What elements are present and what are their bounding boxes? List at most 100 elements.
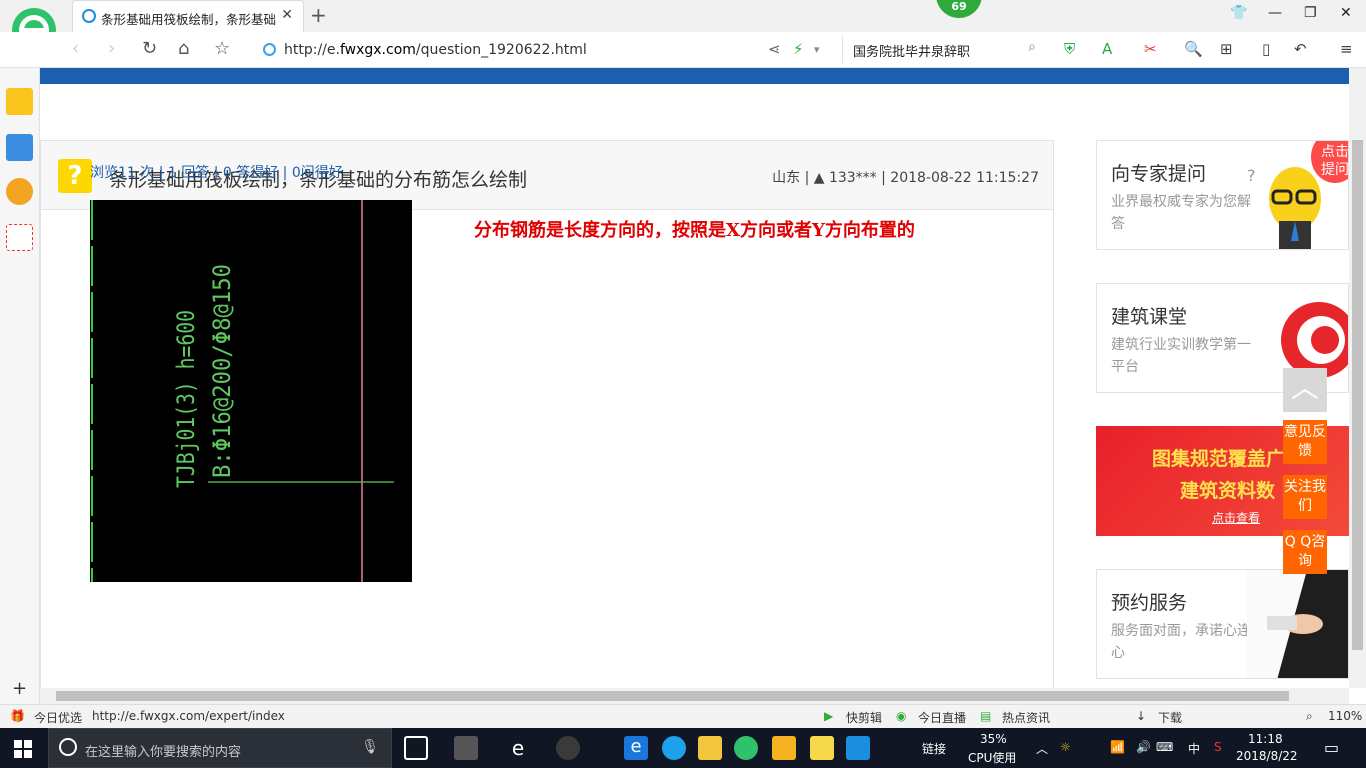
vertical-scroll-thumb[interactable] bbox=[1352, 140, 1363, 650]
menu-icon[interactable]: ≡ bbox=[1340, 40, 1353, 58]
tab-favicon-icon bbox=[82, 9, 96, 23]
microphone-icon[interactable]: 🎙 bbox=[361, 739, 379, 755]
edge-icon[interactable]: e bbox=[506, 736, 530, 760]
live-icon[interactable]: ◉ bbox=[896, 709, 906, 723]
close-window-icon[interactable]: ✕ bbox=[1340, 5, 1352, 21]
clock-time[interactable]: 11:18 bbox=[1248, 732, 1283, 746]
mail-at-icon[interactable] bbox=[6, 224, 33, 251]
vertical-scrollbar[interactable] bbox=[1349, 68, 1366, 688]
add-icon[interactable]: + bbox=[12, 678, 27, 699]
link-label[interactable]: 链接 bbox=[922, 740, 946, 757]
card-title: 建筑课堂 bbox=[1111, 306, 1188, 328]
help-app-icon[interactable] bbox=[810, 736, 834, 760]
banner-line-1: 图集规范覆盖广 bbox=[1152, 448, 1286, 470]
banner-view-link[interactable]: 点击查看 bbox=[1212, 509, 1260, 526]
shirt-icon[interactable]: 👕 bbox=[1230, 5, 1247, 21]
wifi-icon[interactable]: 📶 bbox=[1110, 740, 1125, 754]
notification-badge[interactable]: 69 bbox=[936, 0, 982, 18]
download-icon[interactable]: ↓ bbox=[1136, 709, 1146, 723]
live-link[interactable]: 今日直播 bbox=[918, 709, 966, 726]
follow-us-button[interactable]: 关注我们 bbox=[1283, 475, 1327, 519]
plus-app-icon[interactable] bbox=[846, 736, 870, 760]
magnifier-icon[interactable]: 🔍 bbox=[1184, 40, 1203, 58]
news-list-icon[interactable] bbox=[6, 134, 33, 161]
feedback-button[interactable]: 意见反馈 bbox=[1283, 420, 1327, 464]
sogou-icon[interactable]: S bbox=[1214, 740, 1222, 754]
task-view-icon[interactable] bbox=[404, 736, 428, 760]
gift-icon[interactable]: 🎁 bbox=[10, 709, 25, 723]
horizontal-scrollbar[interactable] bbox=[40, 688, 1349, 704]
shield-icon[interactable]: ⛨ bbox=[1064, 40, 1075, 58]
close-icon[interactable]: ✕ bbox=[281, 7, 293, 23]
reader-icon[interactable]: ▯ bbox=[1262, 40, 1270, 58]
zoom-level[interactable]: 110% bbox=[1328, 709, 1362, 723]
translate-icon[interactable]: A bbox=[1102, 40, 1112, 58]
cad-label-1: TJBj01(3) h=600 bbox=[172, 310, 200, 488]
edge-browser-icon[interactable]: e bbox=[624, 736, 648, 760]
search-box[interactable]: 国务院批毕井泉辞职 ⌕ bbox=[842, 35, 1042, 63]
handshake-image bbox=[1247, 570, 1348, 678]
card-subtitle: 服务面对面，承诺心连心 bbox=[1111, 623, 1251, 661]
clock-date[interactable]: 2018/8/22 bbox=[1236, 749, 1298, 763]
windows-start-icon[interactable] bbox=[14, 740, 32, 758]
refresh-icon[interactable]: ↻ bbox=[142, 38, 157, 59]
apps-grid-icon[interactable]: ⊞ bbox=[1220, 40, 1233, 58]
news-link[interactable]: 热点资讯 bbox=[1002, 709, 1050, 726]
back-icon[interactable]: ‹ bbox=[72, 38, 79, 59]
download-link[interactable]: 下载 bbox=[1158, 709, 1182, 726]
keyboard-icon[interactable]: ⌨ bbox=[1156, 740, 1173, 754]
tab-title: 条形基础用筏板绘制，条形基础 bbox=[101, 12, 277, 27]
undo-icon[interactable]: ↶ bbox=[1294, 40, 1307, 58]
qq-consult-button[interactable]: Q Q咨询 bbox=[1283, 530, 1327, 574]
card-title: 向专家提问 bbox=[1111, 163, 1207, 185]
address-field[interactable]: http://e.fwxgx.com/question_1920622.html bbox=[284, 42, 587, 58]
lightning-icon[interactable]: ⚡ bbox=[793, 40, 804, 58]
scissors-icon[interactable]: ✂ bbox=[1144, 40, 1157, 58]
tray-chevron-icon[interactable]: ︿ bbox=[1036, 740, 1048, 757]
search-icon[interactable]: ⌕ bbox=[1028, 39, 1036, 55]
notification-center-icon[interactable]: ▭ bbox=[1324, 738, 1339, 757]
favorites-star-icon[interactable] bbox=[6, 88, 33, 115]
browser-sidebar: + bbox=[0, 68, 40, 704]
back-to-top-button[interactable]: ︿ bbox=[1283, 368, 1327, 412]
tab-bar: 条形基础用筏板绘制，条形基础 ✕ + 69 👕 — ❐ ✕ bbox=[0, 0, 1366, 58]
share-icon[interactable]: ⋖ bbox=[768, 40, 781, 58]
minimize-icon[interactable]: — bbox=[1268, 5, 1282, 21]
weibo-icon[interactable] bbox=[6, 178, 33, 205]
ie-icon[interactable] bbox=[662, 736, 686, 760]
expert-ask-card[interactable]: 向专家提问 业界最权威专家为您解答 ? 点击提问 bbox=[1096, 140, 1349, 250]
forward-icon[interactable]: › bbox=[108, 38, 115, 59]
active-tab[interactable]: 条形基础用筏板绘制，条形基础 ✕ bbox=[72, 0, 304, 32]
notes-app-icon[interactable] bbox=[772, 736, 796, 760]
status-url: http://e.fwxgx.com/expert/index bbox=[92, 709, 285, 723]
cortana-icon bbox=[59, 738, 77, 756]
app-icon[interactable] bbox=[556, 736, 580, 760]
taskbar-search[interactable]: 在这里输入你要搜索的内容 🎙 bbox=[48, 728, 392, 768]
clip-link[interactable]: 快剪辑 bbox=[846, 709, 882, 726]
horizontal-scroll-thumb[interactable] bbox=[56, 691, 1289, 701]
2345-browser-icon[interactable] bbox=[734, 736, 758, 760]
news-icon[interactable]: ▤ bbox=[980, 709, 991, 723]
restore-icon[interactable]: ❐ bbox=[1304, 5, 1317, 21]
chevron-down-icon[interactable]: ▾ bbox=[814, 43, 820, 56]
answer-text: 分布钢筋是长度方向的，按照是X方向或者Y方向布置的 bbox=[474, 220, 915, 241]
status-bar: 🎁 今日优选 http://e.fwxgx.com/expert/index ▶… bbox=[0, 704, 1366, 728]
svg-text:?: ? bbox=[1247, 166, 1256, 185]
volume-icon[interactable]: 🔊 bbox=[1136, 740, 1151, 754]
zoom-icon[interactable]: ⌕ bbox=[1306, 709, 1313, 724]
new-tab-button[interactable]: + bbox=[310, 3, 327, 27]
home-icon[interactable]: ⌂ bbox=[178, 38, 189, 59]
favorite-star-icon[interactable]: ☆ bbox=[214, 38, 230, 59]
question-stats[interactable]: 浏览11 次 | 1 回答 | 0 答得好 | 0问得好 bbox=[90, 162, 343, 182]
folder-icon[interactable] bbox=[698, 736, 722, 760]
search-input[interactable]: 国务院批毕井泉辞职 bbox=[853, 41, 970, 60]
site-security-icon[interactable] bbox=[263, 43, 276, 56]
ime-indicator[interactable]: 中 bbox=[1188, 740, 1200, 757]
daily-picks-link[interactable]: 今日优选 bbox=[34, 709, 82, 726]
appointment-card[interactable]: 预约服务 服务面对面，承诺心连心 bbox=[1096, 569, 1349, 679]
clip-icon[interactable]: ▶ bbox=[824, 709, 833, 723]
sun-icon[interactable]: ☼ bbox=[1060, 740, 1071, 754]
cpu-percent: 35% bbox=[980, 732, 1007, 746]
taskbar-search-input[interactable]: 在这里输入你要搜索的内容 bbox=[85, 741, 241, 760]
pinwheel-app-icon[interactable] bbox=[454, 736, 478, 760]
